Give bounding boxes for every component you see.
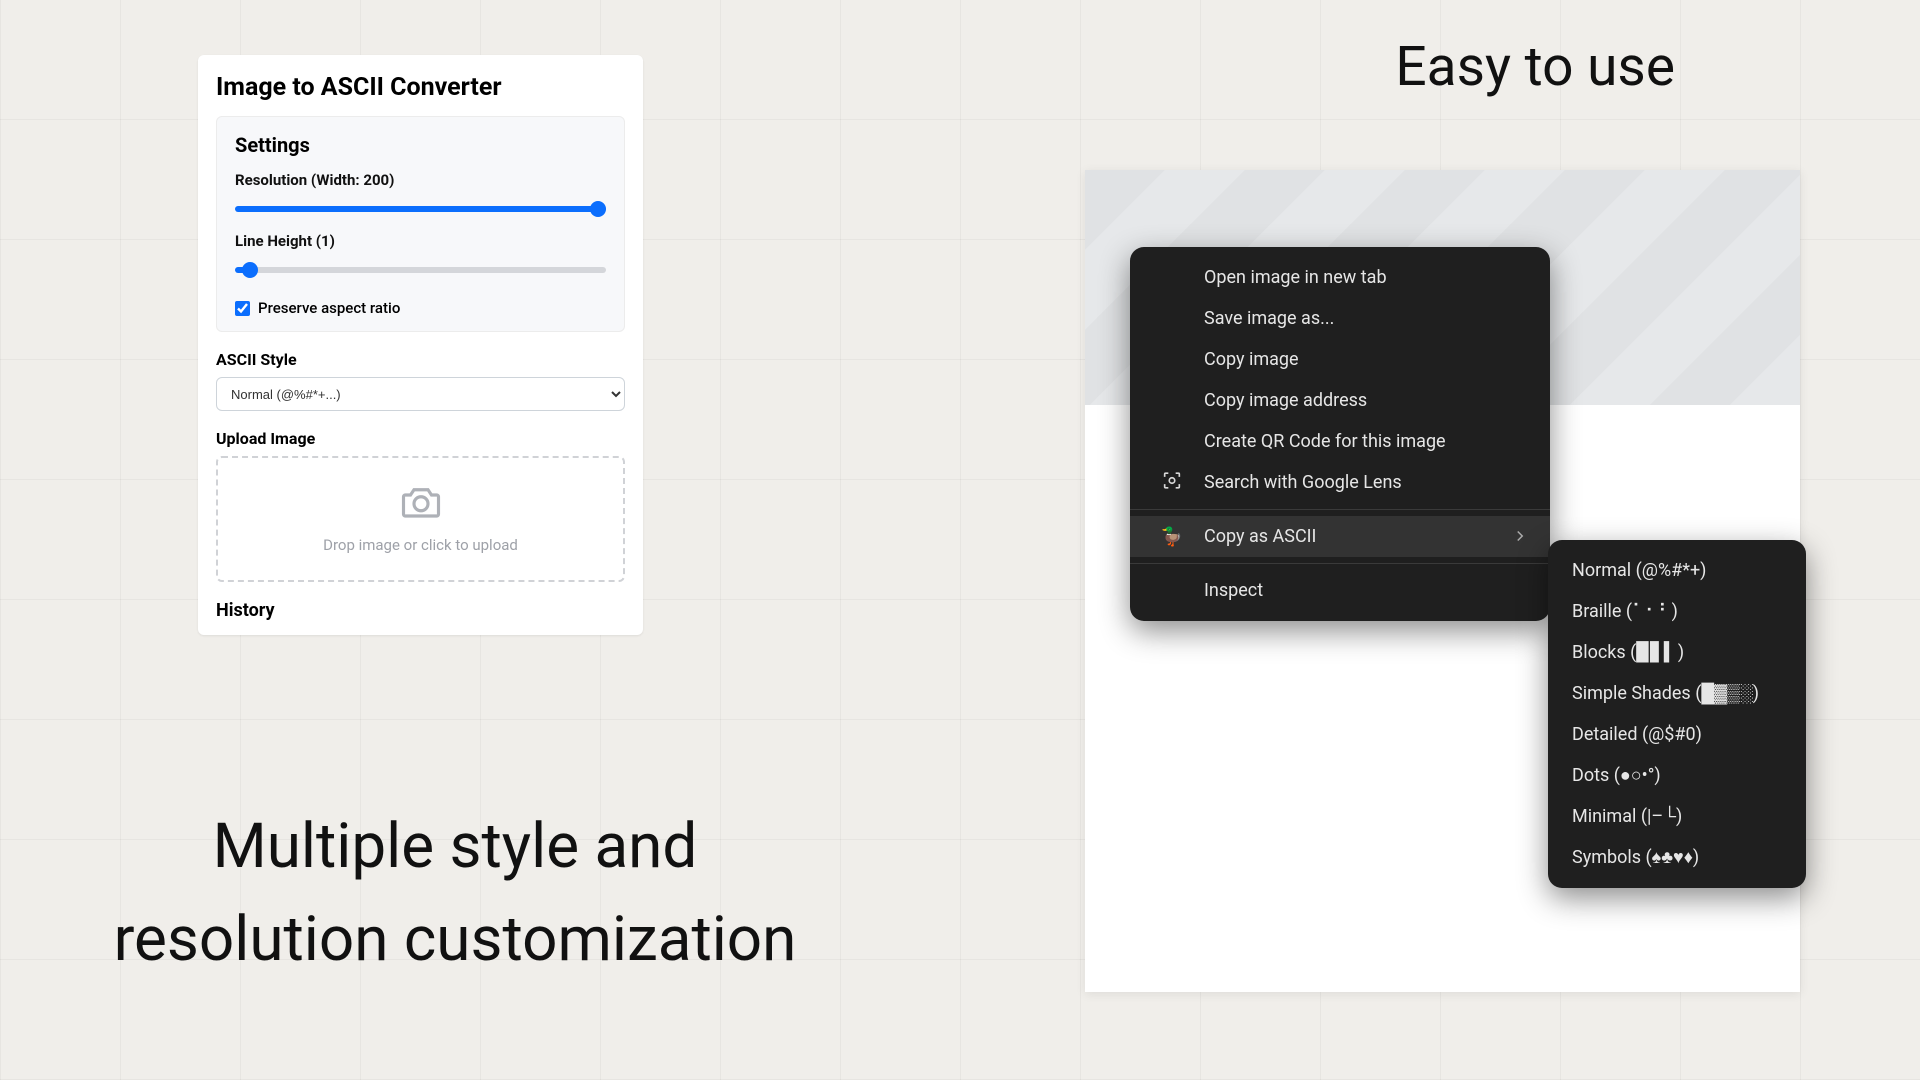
left-caption: Multiple style and resolution customizat… — [30, 800, 880, 986]
ctx-save-image-as[interactable]: Save image as... — [1130, 298, 1550, 339]
sub-symbols[interactable]: Symbols (♠♣♥♦) — [1548, 837, 1806, 878]
ctx-google-lens[interactable]: Search with Google Lens — [1130, 462, 1550, 503]
sub-minimal[interactable]: Minimal (|–└) — [1548, 796, 1806, 837]
upload-image-label: Upload Image — [216, 429, 625, 448]
ctx-copy-as-ascii[interactable]: 🦆 Copy as ASCII — [1130, 516, 1550, 557]
history-heading: History — [216, 600, 625, 621]
sub-dots[interactable]: Dots (●○•°) — [1548, 755, 1806, 796]
lineheight-slider[interactable] — [235, 267, 606, 273]
upload-dropzone[interactable]: Drop image or click to upload — [216, 456, 625, 582]
camera-icon — [400, 484, 442, 524]
duck-icon: 🦆 — [1160, 526, 1184, 547]
sub-braille[interactable]: Braille (⠁⠂⠃) — [1548, 591, 1806, 632]
ctx-copy-address[interactable]: Copy image address — [1130, 380, 1550, 421]
preserve-aspect-checkbox[interactable] — [235, 301, 250, 316]
ctx-copy-image[interactable]: Copy image — [1130, 339, 1550, 380]
settings-heading: Settings — [235, 133, 606, 157]
ascii-submenu: Normal (@%#*+) Braille (⠁⠂⠃) Blocks (▉▋▍… — [1548, 540, 1806, 888]
ascii-style-select[interactable]: Normal (@%#*+...) — [216, 377, 625, 411]
drop-text: Drop image or click to upload — [228, 536, 613, 554]
resolution-slider[interactable] — [235, 206, 606, 212]
preserve-aspect-label[interactable]: Preserve aspect ratio — [258, 299, 400, 317]
sub-blocks[interactable]: Blocks (▉▋▍) — [1548, 632, 1806, 673]
sub-normal[interactable]: Normal (@%#*+) — [1548, 550, 1806, 591]
ctx-inspect[interactable]: Inspect — [1130, 570, 1550, 611]
resolution-label: Resolution (Width: 200) — [235, 171, 606, 189]
ctx-separator-1 — [1130, 509, 1550, 510]
settings-box: Settings Resolution (Width: 200) Line He… — [216, 116, 625, 332]
converter-title: Image to ASCII Converter — [216, 73, 625, 102]
converter-panel: Image to ASCII Converter Settings Resolu… — [198, 55, 643, 635]
sub-simple-shades[interactable]: Simple Shades (█▓▒░) — [1548, 673, 1806, 714]
ctx-qr-code[interactable]: Create QR Code for this image — [1130, 421, 1550, 462]
context-menu: Open image in new tab Save image as... C… — [1130, 247, 1550, 621]
ctx-separator-2 — [1130, 563, 1550, 564]
right-caption: Easy to use — [1395, 35, 1675, 99]
lineheight-label: Line Height (1) — [235, 232, 606, 250]
sub-detailed[interactable]: Detailed (@$#0) — [1548, 714, 1806, 755]
ctx-open-new-tab[interactable]: Open image in new tab — [1130, 257, 1550, 298]
chevron-right-icon — [1514, 526, 1526, 547]
ascii-style-label: ASCII Style — [216, 350, 625, 369]
google-lens-icon — [1160, 469, 1184, 496]
